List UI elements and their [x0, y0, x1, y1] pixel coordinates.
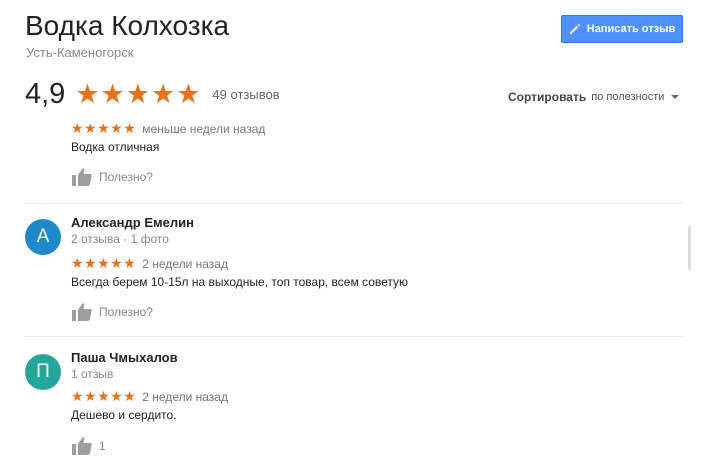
write-review-label: Написать отзыв [586, 23, 676, 35]
scrollbar-thumb[interactable] [688, 226, 691, 270]
star-icon: ★ [125, 78, 150, 109]
review-text: Дешево и сердито. [71, 408, 177, 422]
thumbs-up-icon [72, 437, 92, 455]
write-review-button[interactable]: Написать отзыв [561, 15, 683, 43]
place-title: Водка Колхозка [25, 10, 230, 41]
thumbs-up-icon [72, 168, 92, 186]
sort-value: по полезности [591, 91, 665, 103]
sort-label: Сортировать [508, 90, 587, 104]
star-icon: ★ [176, 78, 201, 109]
review-author[interactable]: Александр Емелин [71, 215, 194, 230]
star-icon: ★ [150, 78, 176, 109]
rating-stars: ★ ★ ★ ★ ★ [75, 78, 201, 109]
place-city: Усть-Каменогорск [26, 45, 134, 60]
review-text: Всегда берем 10-15л на выходные, топ тов… [71, 275, 409, 289]
review-time: 2 недели назад [142, 389, 228, 404]
star-icon: ★ [100, 78, 125, 109]
thumbs-up-icon [72, 303, 92, 321]
review-time: 2 недели назад [142, 256, 228, 271]
review-text: Водка отличная [71, 140, 160, 154]
rating-summary: 4,9 ★ ★ ★ ★ ★ 49 отзывов [25, 77, 280, 111]
review-author[interactable]: Паша Чмыхалов [71, 350, 178, 365]
helpful-button[interactable]: Полезно? [71, 302, 153, 322]
avatar[interactable]: А [25, 219, 61, 255]
review-stars: ★★★★★ [71, 255, 137, 271]
pencil-icon [569, 23, 580, 34]
helpful-count: 1 [99, 439, 106, 453]
review-author-meta: 1 отзыв [71, 367, 114, 381]
review-divider [25, 336, 685, 337]
review-rating: ★★★★★ 2 недели назад [71, 388, 228, 405]
helpful-button[interactable]: Полезно? [71, 167, 153, 187]
avatar[interactable]: П [25, 354, 61, 390]
helpful-label: Полезно? [99, 305, 153, 319]
rating-value: 4,9 [25, 77, 66, 110]
place-header: Водка Колхозка Усть-Каменогорск Написать… [0, 0, 705, 124]
chevron-down-icon [671, 95, 680, 99]
star-icon: ★ [75, 78, 100, 109]
review-author-meta: 2 отзыва · 1 фото [71, 232, 169, 246]
helpful-button[interactable]: 1 [71, 436, 106, 456]
review-count[interactable]: 49 отзывов [212, 87, 279, 102]
sort-dropdown[interactable]: Сортировать по полезности [508, 90, 680, 104]
review-rating: ★★★★★ 2 недели назад [71, 255, 228, 272]
review-stars: ★★★★★ [71, 388, 137, 404]
helpful-label: Полезно? [99, 170, 153, 184]
review-divider [25, 203, 685, 204]
